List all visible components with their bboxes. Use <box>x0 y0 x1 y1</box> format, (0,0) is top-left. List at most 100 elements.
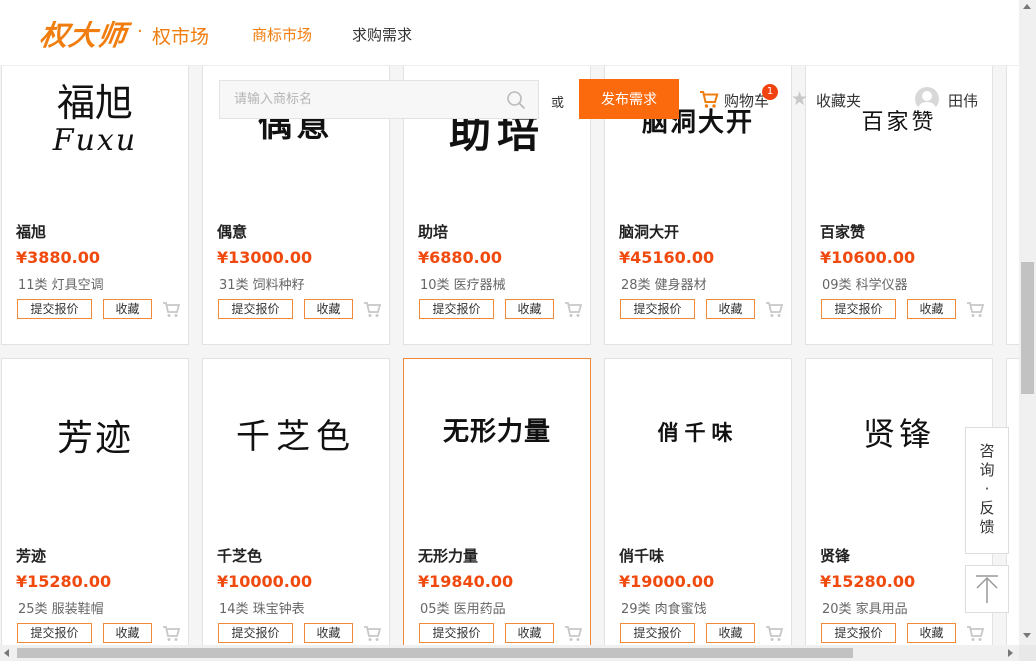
trademark-class: 29类 肉食蜜饯 <box>621 602 707 617</box>
add-to-cart-icon[interactable] <box>765 625 783 642</box>
submit-quote-button[interactable]: 提交报价 <box>419 299 494 319</box>
favorites-label: 收藏夹 <box>816 92 862 110</box>
trademark-name: 偶意 <box>217 223 248 241</box>
favorites-link[interactable]: ★ 收藏夹 <box>791 88 862 111</box>
horizontal-scroll-thumb[interactable] <box>17 648 853 658</box>
star-icon: ★ <box>791 88 809 110</box>
consult-feedback-button[interactable]: 咨询·反馈 <box>965 427 1009 554</box>
search-box <box>219 80 539 119</box>
top-header: 权大师 · 权市场 商标市场 求购需求 <box>0 0 1019 66</box>
nav-trademark-market[interactable]: 商标市场 <box>252 24 312 45</box>
scroll-right-arrow-icon[interactable] <box>1008 649 1013 657</box>
brand-logo[interactable]: 权大师 <box>37 14 130 54</box>
submit-quote-button[interactable]: 提交报价 <box>419 623 494 643</box>
search-input[interactable] <box>220 81 490 118</box>
submit-quote-button[interactable]: 提交报价 <box>218 299 293 319</box>
submit-quote-button[interactable]: 提交报价 <box>620 623 695 643</box>
cart-link[interactable]: 购物车 <box>699 90 769 111</box>
horizontal-scrollbar[interactable] <box>0 645 1019 661</box>
collect-button[interactable]: 收藏 <box>907 623 956 643</box>
add-to-cart-icon[interactable] <box>363 301 381 318</box>
trademark-name: 千芝色 <box>217 547 263 565</box>
add-to-cart-icon[interactable] <box>966 301 984 318</box>
vertical-scroll-thumb[interactable] <box>1021 262 1034 394</box>
trademark-class: 25类 服装鞋帽 <box>18 602 104 617</box>
scrollbar-corner <box>1019 645 1036 661</box>
collect-button[interactable]: 收藏 <box>304 623 353 643</box>
trademark-logo: 俏千味 <box>657 421 739 445</box>
shopping-cart-icon <box>700 91 719 108</box>
collect-button[interactable]: 收藏 <box>706 299 755 319</box>
submit-quote-button[interactable]: 提交报价 <box>17 299 92 319</box>
trademark-class: 09类 科学仪器 <box>822 278 908 293</box>
user-menu[interactable]: 田伟 <box>915 87 978 111</box>
trademark-price: ¥10000.00 <box>217 572 313 591</box>
trademark-price: ¥15280.00 <box>16 572 112 591</box>
arrow-up-icon <box>976 575 998 603</box>
trademark-class: 28类 健身器材 <box>621 278 707 293</box>
trademark-logo: 福旭 Fuxu <box>2 81 188 157</box>
nav-purchase-demand[interactable]: 求购需求 <box>352 24 412 45</box>
add-to-cart-icon[interactable] <box>564 301 582 318</box>
trademark-price: ¥13000.00 <box>217 248 313 267</box>
trademark-class: 31类 饲料种籽 <box>219 278 305 293</box>
trademark-class: 20类 家具用品 <box>822 602 908 617</box>
collect-button[interactable]: 收藏 <box>706 623 755 643</box>
vertical-scrollbar[interactable] <box>1019 0 1036 645</box>
publish-demand-button[interactable]: 发布需求 <box>579 79 679 119</box>
add-to-cart-icon[interactable] <box>162 301 180 318</box>
add-to-cart-icon[interactable] <box>564 625 582 642</box>
trademark-name: 助培 <box>418 223 449 241</box>
cart-count-badge: 1 <box>762 84 778 100</box>
trademark-name: 百家赞 <box>820 223 866 241</box>
submit-quote-button[interactable]: 提交报价 <box>17 623 92 643</box>
trademark-logo: 千芝色 <box>236 417 356 457</box>
consult-feedback-label: 咨询·反馈 <box>979 442 995 536</box>
trademark-price: ¥3880.00 <box>16 248 101 267</box>
collect-button[interactable]: 收藏 <box>304 299 353 319</box>
logo-subtitle[interactable]: 权市场 <box>152 22 209 49</box>
trademark-name: 脑洞大开 <box>619 223 680 241</box>
add-to-cart-icon[interactable] <box>966 625 984 642</box>
collect-button[interactable]: 收藏 <box>103 623 152 643</box>
collect-button[interactable]: 收藏 <box>505 623 554 643</box>
trademark-price: ¥6880.00 <box>418 248 503 267</box>
trademark-card[interactable]: 千芝色 千芝色 ¥10000.00 14类 珠宝钟表 提交报价 收藏 <box>202 358 390 645</box>
trademark-card-hovered[interactable]: 无形力量 无形力量 ¥19840.00 05类 医用药品 提交报价 收藏 <box>403 358 591 645</box>
add-to-cart-icon[interactable] <box>765 301 783 318</box>
trademark-name: 芳迹 <box>16 547 47 565</box>
trademark-logo: 芳迹 <box>56 418 133 459</box>
trademark-card[interactable]: 芳迹 芳迹 ¥15280.00 25类 服装鞋帽 提交报价 收藏 <box>1 358 189 645</box>
trademark-price: ¥15280.00 <box>820 572 916 591</box>
trademark-card[interactable]: 福旭 Fuxu 福旭 ¥3880.00 11类 灯具空调 提交报价 收藏 <box>1 46 189 345</box>
trademark-name: 贤锋 <box>820 547 851 565</box>
avatar <box>915 87 939 111</box>
user-name: 田伟 <box>948 92 979 110</box>
add-to-cart-icon[interactable] <box>363 625 381 642</box>
collect-button[interactable]: 收藏 <box>907 299 956 319</box>
trademark-name: 无形力量 <box>418 547 479 565</box>
trademark-price: ¥45160.00 <box>619 248 715 267</box>
submit-quote-button[interactable]: 提交报价 <box>821 623 896 643</box>
collect-button[interactable]: 收藏 <box>103 299 152 319</box>
search-icon[interactable] <box>506 90 526 110</box>
submit-quote-button[interactable]: 提交报价 <box>620 299 695 319</box>
scroll-down-arrow-icon[interactable] <box>1023 633 1031 638</box>
trademark-price: ¥19840.00 <box>418 572 514 591</box>
trademark-logo-latin: Fuxu <box>52 123 138 158</box>
trademark-name: 俏千味 <box>619 547 665 565</box>
submit-quote-button[interactable]: 提交报价 <box>218 623 293 643</box>
scroll-left-arrow-icon[interactable] <box>4 649 9 657</box>
trademark-logo-text: 福旭 <box>56 81 133 125</box>
add-to-cart-icon[interactable] <box>162 625 180 642</box>
logo-separator: · <box>137 21 143 42</box>
back-to-top-button[interactable] <box>965 565 1009 613</box>
trademark-name: 福旭 <box>16 223 47 241</box>
submit-quote-button[interactable]: 提交报价 <box>821 299 896 319</box>
trademark-logo: 无形力量 <box>442 417 551 447</box>
scroll-up-arrow-icon[interactable] <box>1023 4 1031 9</box>
trademark-card[interactable]: 俏千味 俏千味 ¥19000.00 29类 肉食蜜饯 提交报价 收藏 <box>604 358 792 645</box>
or-label: 或 <box>551 96 565 111</box>
collect-button[interactable]: 收藏 <box>505 299 554 319</box>
trademark-card-partial[interactable] <box>1006 46 1019 345</box>
